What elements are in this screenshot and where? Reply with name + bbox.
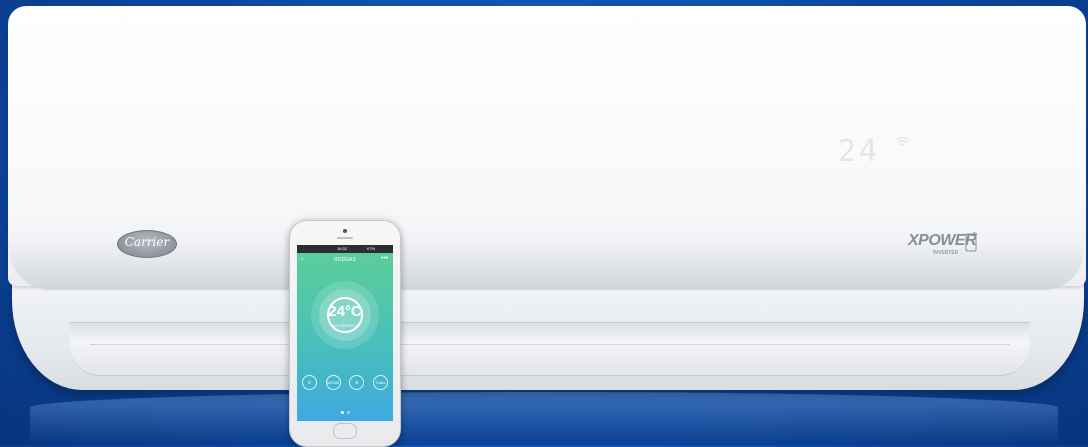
smartphone: 16:32 67% ‹ RODGAS ••• 24°C AUTOMATICO ⏻…	[289, 220, 401, 447]
status-battery: 67%	[367, 246, 376, 251]
fan-button[interactable]: ✻	[349, 375, 365, 390]
mode-button[interactable]: MODE	[325, 375, 341, 390]
unit-temperature-display: 24	[838, 134, 881, 169]
vent-line	[90, 344, 1010, 345]
app-screen: 16:32 67% ‹ RODGAS ••• 24°C AUTOMATICO ⏻…	[297, 245, 393, 421]
page-dot-active	[340, 411, 344, 414]
app-temperature: 24°C	[328, 303, 362, 320]
page-dot	[346, 411, 350, 414]
carrier-logo: Carrier	[117, 230, 177, 258]
air-vent-louver	[70, 322, 1030, 376]
status-bar: 16:32 67%	[297, 245, 393, 253]
phone-speaker	[337, 237, 353, 239]
phone-camera	[343, 229, 347, 233]
floor-reflection	[30, 392, 1058, 445]
status-time: 16:32	[337, 246, 348, 251]
app-title: RODGAS	[334, 257, 356, 263]
product-scene: 24 Carrier XPOWER INVERTER 16:32 67% ‹ R…	[0, 0, 1088, 447]
brand-name: Carrier	[124, 235, 170, 249]
app-header: ‹ RODGAS •••	[297, 253, 393, 267]
control-buttons: ⏻ MODE ✻ Turbo	[302, 375, 388, 391]
turbo-button[interactable]: Turbo	[372, 375, 388, 390]
xpower-sub-label: INVERTER	[933, 250, 959, 256]
smartphone-icon	[965, 232, 978, 252]
power-button[interactable]: ⏻	[302, 375, 317, 390]
wifi-icon	[896, 136, 910, 146]
home-button[interactable]	[333, 423, 357, 439]
app-mode-label: AUTOMATICO	[331, 323, 359, 328]
page-indicator	[339, 411, 351, 414]
more-options-icon[interactable]: •••	[381, 255, 388, 262]
